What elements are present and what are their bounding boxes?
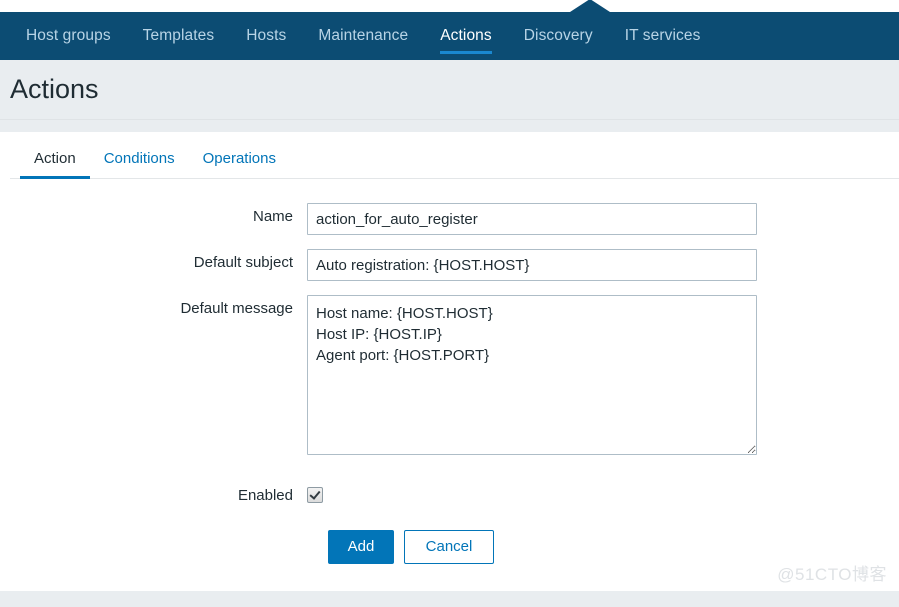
name-field-wrap [307, 203, 899, 235]
add-button[interactable]: Add [328, 530, 394, 564]
tab-operations[interactable]: Operations [189, 150, 290, 178]
tab-action[interactable]: Action [20, 150, 90, 179]
nav-item-label: Host groups [26, 27, 111, 44]
nav-item-label: Actions [440, 27, 492, 44]
default-subject-field-wrap [307, 249, 899, 281]
tab-label: Operations [202, 150, 276, 167]
header-spacer [0, 120, 899, 132]
default-message-field-wrap: Host name: {HOST.HOST} Host IP: {HOST.IP… [307, 295, 899, 460]
form-row-default-subject: Default subject [10, 249, 899, 281]
tab-label: Conditions [103, 150, 175, 167]
watermark: @51CTO博客 [777, 565, 887, 584]
form-actions: Add Cancel [10, 530, 899, 564]
nav-item-actions[interactable]: Actions [424, 12, 508, 60]
name-label: Name [252, 208, 293, 225]
form-row-enabled: Enabled [10, 486, 899, 504]
cancel-button[interactable]: Cancel [404, 530, 494, 564]
tab-label: Action [34, 150, 76, 167]
nav-active-pointer-icon [570, 0, 610, 12]
default-message-textarea[interactable]: Host name: {HOST.HOST} Host IP: {HOST.IP… [307, 295, 757, 455]
nav-item-discovery[interactable]: Discovery [508, 12, 609, 60]
action-form: Name Default subject Default message Hos… [10, 179, 899, 564]
page-header: Actions [0, 60, 899, 120]
app-window: Host groups Templates Hosts Maintenance … [0, 0, 899, 607]
nav-item-label: Templates [142, 27, 215, 44]
nav-item-maintenance[interactable]: Maintenance [302, 12, 424, 60]
nav-item-host-groups[interactable]: Host groups [10, 12, 127, 60]
default-subject-input[interactable] [307, 249, 757, 281]
form-row-default-message: Default message Host name: {HOST.HOST} H… [10, 295, 899, 460]
name-input[interactable] [307, 203, 757, 235]
enabled-field-wrap [307, 486, 899, 504]
nav-item-hosts[interactable]: Hosts [230, 12, 302, 60]
tab-conditions[interactable]: Conditions [90, 150, 189, 178]
form-row-name: Name [10, 203, 899, 235]
page-title: Actions [10, 74, 99, 104]
nav-item-templates[interactable]: Templates [127, 12, 231, 60]
main-navigation: Host groups Templates Hosts Maintenance … [0, 12, 899, 60]
enabled-checkbox[interactable] [307, 486, 323, 503]
enabled-label: Enabled [237, 486, 293, 504]
default-subject-label: Default subject [193, 254, 293, 271]
nav-item-label: Discovery [523, 27, 593, 44]
default-message-label: Default message [180, 300, 293, 317]
bottom-band [0, 591, 899, 607]
nav-item-label: IT services [624, 27, 701, 44]
nav-top-gap [0, 0, 899, 12]
tab-bar: Action Conditions Operations [10, 133, 899, 179]
nav-item-label: Maintenance [318, 27, 409, 44]
content-panel: Action Conditions Operations Name Defaul… [10, 133, 899, 591]
nav-item-label: Hosts [246, 27, 287, 44]
nav-item-it-services[interactable]: IT services [609, 12, 717, 60]
